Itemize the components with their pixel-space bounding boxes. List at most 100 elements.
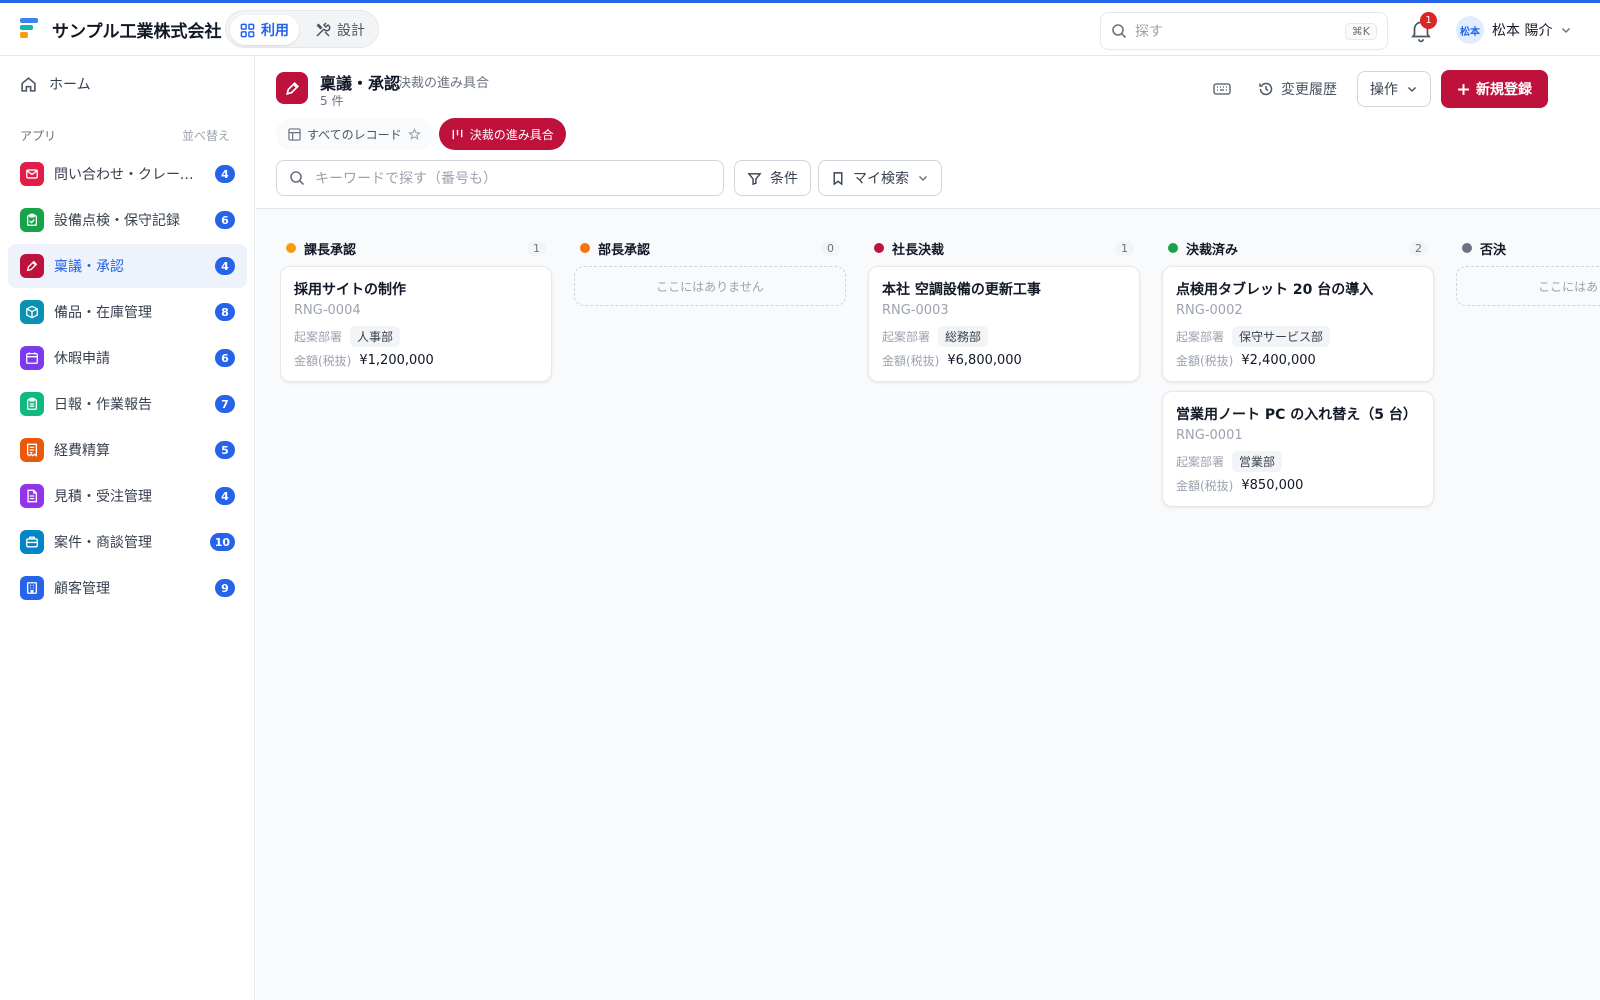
apps-heading: アプリ (20, 129, 57, 143)
sort-apps-button[interactable]: 並べ替え (182, 127, 230, 144)
tab-all-records-label: すべてのレコード (307, 127, 402, 142)
tab-all-records[interactable]: すべてのレコード (276, 118, 433, 150)
record-card[interactable]: 採用サイトの制作 RNG-0004 起案部署 人事部 金額(税抜) ¥1,200,000 (280, 266, 552, 382)
sidebar-app-label: 見積・受注管理 (54, 489, 152, 505)
sidebar-app-count: 4 (215, 487, 235, 505)
dept-label: 起案部署 (882, 330, 931, 344)
history-button[interactable]: 変更履歴 (1248, 71, 1347, 107)
new-record-button[interactable]: 新規登録 (1441, 70, 1548, 108)
amount-label: 金額(税抜) (882, 354, 940, 368)
chevron-down-icon (918, 175, 928, 182)
sidebar-app-item[interactable]: 問い合わせ・クレーム管理 4 (8, 152, 247, 196)
card-title: 営業用ノート PC の入れ替え（5 台） (1176, 407, 1417, 423)
sidebar-app-item[interactable]: 経費精算 5 (8, 428, 247, 472)
mode-use-label: 利用 (261, 23, 289, 39)
sidebar-app-label: 案件・商談管理 (54, 535, 152, 551)
sidebar-app-item[interactable]: 設備点検・保守記録 6 (8, 198, 247, 242)
card-title: 点検用タブレット 20 台の導入 (1176, 282, 1374, 298)
app-icon-badge (20, 576, 44, 600)
column-title: 社長決裁 (892, 242, 945, 258)
sidebar-app-item[interactable]: 見積・受注管理 4 (8, 474, 247, 518)
sidebar-app-item[interactable]: 日報・作業報告 7 (8, 382, 247, 426)
status-dot (874, 243, 884, 253)
kanban-column: 社長決裁 1 本社 空調設備の更新工事 RNG-0003 起案部署 総務部 金額(税抜) ¥6… (868, 230, 1140, 391)
app-icon-badge (20, 346, 44, 370)
amount-label: 金額(税抜) (1176, 354, 1234, 368)
star-icon[interactable] (407, 127, 421, 141)
record-card[interactable]: 点検用タブレット 20 台の導入 RNG-0002 起案部署 保守サービス部 金額(税抜… (1162, 266, 1434, 382)
main-content: 稟議・承認 決裁の進み具合 5 件 変更履歴 操作 新規登録 すべてのレコード … (256, 56, 1600, 1000)
building-icon (26, 582, 38, 594)
sidebar-app-item[interactable]: 備品・在庫管理 8 (8, 290, 247, 334)
sidebar-app-label: 問い合わせ・クレーム管理 (54, 167, 205, 183)
status-dot (286, 243, 296, 253)
app-icon-badge (20, 438, 44, 462)
sidebar-app-count: 4 (215, 165, 235, 183)
mode-design-label: 設計 (337, 23, 365, 39)
sidebar-app-item[interactable]: 稟議・承認 4 (8, 244, 247, 288)
sidebar-item-home[interactable]: ホーム (20, 74, 91, 94)
chevron-down-icon (1562, 27, 1571, 34)
apps-section-header: アプリ 並べ替え (20, 127, 230, 144)
app-icon-badge (20, 484, 44, 508)
search-icon (290, 171, 305, 186)
kanban-column: 課長承認 1 採用サイトの制作 RNG-0004 起案部署 人事部 金額(税抜) ¥1,200… (280, 230, 552, 391)
sidebar-app-item[interactable]: 案件・商談管理 10 (8, 520, 247, 564)
file-text-icon (27, 489, 38, 503)
clipboard-list-icon (26, 397, 38, 410)
notification-badge: 1 (1420, 12, 1437, 29)
saved-search-button[interactable]: マイ検索 (818, 160, 942, 196)
card-title: 採用サイトの制作 (294, 282, 406, 298)
chevron-down-icon (1407, 86, 1417, 93)
amount-value: ¥850,000 (1241, 478, 1304, 493)
mode-design-button[interactable]: 設計 (305, 15, 375, 45)
home-label: ホーム (49, 77, 91, 93)
keyword-search-placeholder: キーワードで探す（番号も） (315, 171, 497, 187)
keyboard-shortcuts-button[interactable] (1206, 73, 1238, 105)
clipboard-check-icon (26, 213, 38, 226)
card-record-id: RNG-0004 (294, 303, 361, 318)
card-dept-row: 起案部署 保守サービス部 (1176, 326, 1420, 347)
sidebar-app-label: 経費精算 (54, 443, 110, 459)
record-card[interactable]: 本社 空調設備の更新工事 RNG-0003 起案部署 総務部 金額(税抜) ¥6,800,… (868, 266, 1140, 382)
dept-label: 起案部署 (1176, 330, 1225, 344)
card-title: 本社 空調設備の更新工事 (882, 282, 1041, 298)
sidebar-app-label: 休暇申請 (54, 351, 110, 367)
column-header: 決裁済み 2 (1162, 230, 1434, 266)
filter-button[interactable]: 条件 (734, 160, 811, 196)
user-menu[interactable]: 松本 松本 陽介 (1456, 14, 1572, 46)
amount-value: ¥6,800,000 (947, 353, 1022, 368)
home-icon (21, 76, 36, 92)
sidebar-app-count: 6 (215, 349, 235, 367)
company-name: サンプル工業株式会社 (52, 22, 222, 42)
record-card[interactable]: 営業用ノート PC の入れ替え（5 台） RNG-0001 起案部署 営業部 金額(税抜… (1162, 391, 1434, 507)
operations-button[interactable]: 操作 (1357, 71, 1431, 107)
user-name: 松本 陽介 (1492, 23, 1553, 39)
global-search-input[interactable]: 探す ⌘K (1100, 12, 1388, 50)
amount-label: 金額(税抜) (1176, 479, 1234, 493)
sidebar-app-item[interactable]: 顧客管理 9 (8, 566, 247, 610)
tab-approval-progress[interactable]: 決裁の進み具合 (438, 118, 566, 150)
page-title: 稟議・承認 (320, 74, 401, 93)
app-icon-badge (20, 530, 44, 554)
history-icon (1259, 82, 1273, 96)
top-header: サンプル工業株式会社 利用 設計 探す ⌘K 1 松本 松本 陽介 (0, 3, 1600, 56)
kanban-column: 否決ここにはありません (1456, 230, 1600, 306)
kanban-board: 課長承認 1 採用サイトの制作 RNG-0004 起案部署 人事部 金額(税抜) ¥1,200… (280, 230, 1600, 990)
column-count: 1 (1115, 240, 1134, 256)
app-icon-badge (20, 300, 44, 324)
sidebar-app-item[interactable]: 休暇申請 6 (8, 336, 247, 380)
status-dot (1168, 243, 1178, 253)
kanban-column: 部長承認 0 ここにはありません (574, 230, 846, 306)
column-header: 社長決裁 1 (868, 230, 1140, 266)
page-subtitle: 決裁の進み具合 (398, 76, 490, 91)
dept-label: 起案部署 (1176, 455, 1225, 469)
page-app-icon (276, 72, 308, 104)
app-icon-badge (20, 162, 44, 186)
card-amount-row: 金額(税抜) ¥2,400,000 (1176, 352, 1420, 369)
keyword-search-input[interactable]: キーワードで探す（番号も） (276, 160, 724, 196)
card-dept-row: 起案部署 総務部 (882, 326, 1126, 347)
calendar-icon (26, 352, 38, 364)
dept-chip: 人事部 (350, 326, 401, 347)
mode-use-button[interactable]: 利用 (230, 15, 299, 45)
